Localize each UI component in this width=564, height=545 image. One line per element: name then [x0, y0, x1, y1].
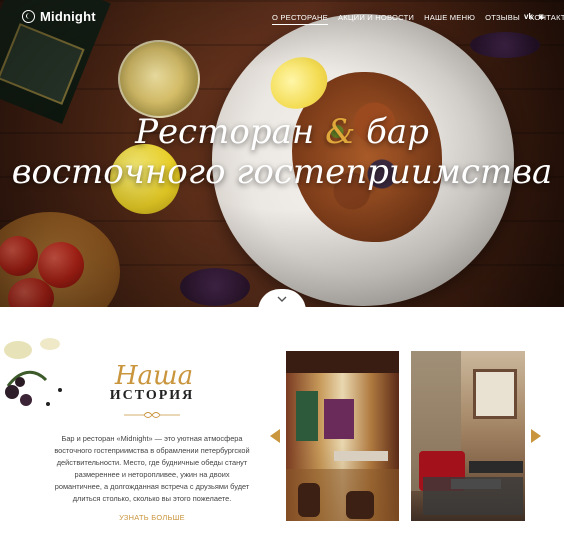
gallery-photo-1[interactable]	[286, 351, 399, 521]
hero-word-bar: бар	[366, 112, 429, 152]
ornament-divider-icon	[124, 412, 180, 418]
story-section: Наша ИСТОРИЯ Бар и ресторан «Midnight» —…	[50, 362, 254, 525]
carousel-next-arrow-icon[interactable]	[531, 429, 541, 443]
brand-logo[interactable]: Midnight	[22, 9, 96, 24]
instagram-icon[interactable]: ◙	[539, 12, 544, 21]
hero-headline: Ресторан & бар восточного гостеприимства	[0, 112, 564, 192]
chevron-down-icon	[277, 296, 287, 302]
hero-ampersand: &	[325, 112, 356, 152]
vk-icon[interactable]: vk	[524, 12, 533, 21]
main-menu: О РЕСТОРАНЕ АКЦИИ И НОВОСТИ НАШЕ МЕНЮ ОТ…	[272, 13, 564, 25]
hero-word-restaurant: Ресторан	[135, 112, 315, 152]
story-body-text: Бар и ресторан «Midnight» — это уютная а…	[54, 434, 250, 503]
carousel-prev-arrow-icon[interactable]	[270, 429, 280, 443]
hero-line-1: Ресторан & бар	[0, 112, 564, 152]
brand-name: Midnight	[40, 9, 96, 24]
story-title-caps: ИСТОРИЯ	[109, 388, 195, 403]
moon-logo-icon	[22, 10, 35, 23]
nav-item-reviews[interactable]: ОТЗЫВЫ	[485, 13, 520, 25]
hero-line-2: восточного гостеприимства	[11, 152, 553, 192]
social-links: vk ◙	[524, 12, 544, 21]
story-title-script: Наша	[114, 361, 194, 391]
nav-item-about[interactable]: О РЕСТОРАНЕ	[272, 13, 328, 25]
top-navigation: Midnight О РЕСТОРАНЕ АКЦИИ И НОВОСТИ НАШ…	[0, 0, 564, 34]
gallery-photo-2[interactable]	[411, 351, 525, 521]
learn-more-link[interactable]: УЗНАТЬ БОЛЬШЕ	[119, 513, 185, 522]
nav-item-news[interactable]: АКЦИИ И НОВОСТИ	[338, 13, 414, 25]
nav-item-menu[interactable]: НАШЕ МЕНЮ	[424, 13, 475, 25]
